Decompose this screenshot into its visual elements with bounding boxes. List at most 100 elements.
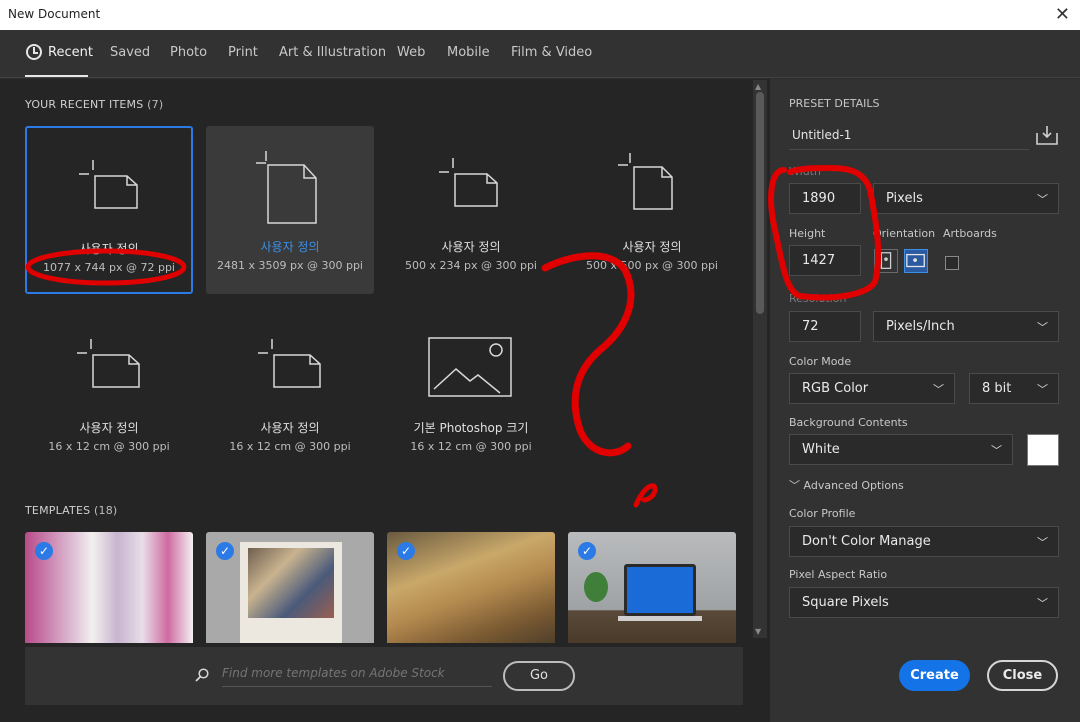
item-dimensions: 2481 x 3509 px @ 300 ppi xyxy=(217,259,363,272)
recent-item[interactable]: 사용자 정의 500 x 500 px @ 300 ppi xyxy=(568,126,736,294)
recent-item[interactable]: 사용자 정의 1077 x 744 px @ 72 ppi xyxy=(25,126,193,294)
search-input[interactable] xyxy=(222,666,492,687)
item-name: 사용자 정의 xyxy=(441,240,501,254)
tab-photo[interactable]: Photo xyxy=(170,45,207,60)
resolution-unit-dropdown[interactable]: Pixels/Inch ﹀ xyxy=(873,311,1059,342)
chevron-down-icon: ﹀ xyxy=(1037,321,1048,334)
tab-recent[interactable]: Recent xyxy=(48,45,93,60)
pixel-aspect-label: Pixel Aspect Ratio xyxy=(789,568,888,581)
checkmark-icon: ✓ xyxy=(216,542,234,560)
color-profile-value: Don't Color Manage xyxy=(802,534,931,549)
landscape-orientation-button[interactable] xyxy=(904,249,928,273)
width-input[interactable]: 1890 xyxy=(789,183,861,214)
color-mode-label: Color Mode xyxy=(789,355,852,368)
portrait-icon xyxy=(880,252,892,269)
new-document-icon xyxy=(79,160,138,209)
scrollbar-thumb[interactable] xyxy=(756,92,764,314)
tab-web[interactable]: Web xyxy=(397,45,425,60)
recent-item[interactable]: 사용자 정의 16 x 12 cm @ 300 ppi xyxy=(206,307,374,475)
category-tabs: Recent Saved Photo Print Art & Illustrat… xyxy=(0,30,1080,78)
create-button[interactable]: Create xyxy=(899,660,970,691)
window-title: New Document xyxy=(8,7,101,21)
portrait-orientation-button[interactable] xyxy=(874,249,898,273)
resolution-unit-value: Pixels/Inch xyxy=(886,319,955,334)
item-dimensions: 1077 x 744 px @ 72 ppi xyxy=(43,261,175,274)
template-thumbnail[interactable]: ✓ xyxy=(206,532,374,643)
color-mode-dropdown[interactable]: RGB Color ﹀ xyxy=(789,373,955,404)
item-dimensions: 16 x 12 cm @ 300 ppi xyxy=(229,440,351,453)
height-input[interactable]: 1427 xyxy=(789,245,861,276)
bit-depth-value: 8 bit xyxy=(982,381,1012,396)
chevron-down-icon: ﹀ xyxy=(1037,193,1048,206)
templates-count: (18) xyxy=(94,504,118,517)
tab-print[interactable]: Print xyxy=(228,45,258,60)
search-icon xyxy=(195,668,209,682)
resolution-label: Resolution xyxy=(789,292,847,305)
width-unit-dropdown[interactable]: Pixels ﹀ xyxy=(873,183,1059,214)
recent-items-count: (7) xyxy=(147,98,164,111)
background-value: White xyxy=(802,442,840,457)
background-dropdown[interactable]: White ﹀ xyxy=(789,434,1013,465)
color-mode-value: RGB Color xyxy=(802,381,869,396)
item-dimensions: 16 x 12 cm @ 300 ppi xyxy=(48,440,170,453)
advanced-options-label: Advanced Options xyxy=(803,479,904,492)
background-label: Background Contents xyxy=(789,416,908,429)
scroll-up-icon[interactable]: ▲ xyxy=(755,82,761,91)
save-preset-icon[interactable] xyxy=(1036,125,1058,145)
chevron-down-icon: ﹀ xyxy=(1037,597,1048,610)
templates-title: TEMPLATES xyxy=(25,504,91,517)
document-name-field[interactable]: Untitled-1 xyxy=(789,120,1029,150)
width-unit-value: Pixels xyxy=(886,191,923,206)
tab-saved[interactable]: Saved xyxy=(110,45,150,60)
recent-item[interactable]: 사용자 정의 16 x 12 cm @ 300 ppi xyxy=(25,307,193,475)
scrollbar[interactable]: ▲ ▼ xyxy=(753,80,767,638)
close-button[interactable]: Close xyxy=(987,660,1058,691)
checkmark-icon: ✓ xyxy=(578,542,596,560)
new-document-icon xyxy=(258,339,321,388)
advanced-options-toggle[interactable]: ﹀ Advanced Options xyxy=(789,477,904,493)
bit-depth-dropdown[interactable]: 8 bit ﹀ xyxy=(969,373,1059,404)
recent-item[interactable]: 기본 Photoshop 크기 16 x 12 cm @ 300 ppi xyxy=(387,307,555,475)
window-close-icon[interactable]: ✕ xyxy=(1055,4,1070,25)
background-color-swatch[interactable] xyxy=(1027,434,1059,466)
item-name: 사용자 정의 xyxy=(79,242,139,256)
tab-art-illustration[interactable]: Art & Illustration xyxy=(279,45,386,60)
item-dimensions: 16 x 12 cm @ 300 ppi xyxy=(410,440,532,453)
chevron-down-icon: ﹀ xyxy=(933,383,944,396)
item-dimensions: 500 x 234 px @ 300 ppi xyxy=(405,259,537,272)
template-thumbnail[interactable]: ✓ xyxy=(568,532,736,643)
go-button[interactable]: Go xyxy=(503,661,575,691)
item-name: 기본 Photoshop 크기 xyxy=(413,421,529,435)
presets-panel: YOUR RECENT ITEMS (7) 사용자 정의 1077 x 744 … xyxy=(0,79,770,722)
landscape-icon xyxy=(906,253,925,268)
new-document-icon xyxy=(439,158,498,207)
recent-item[interactable]: 사용자 정의 2481 x 3509 px @ 300 ppi xyxy=(206,126,374,294)
color-profile-dropdown[interactable]: Don't Color Manage ﹀ xyxy=(789,526,1059,557)
recent-items-title: YOUR RECENT ITEMS xyxy=(25,98,144,111)
chevron-down-icon: ﹀ xyxy=(991,444,1002,457)
item-dimensions: 500 x 500 px @ 300 ppi xyxy=(586,259,718,272)
scroll-down-icon[interactable]: ▼ xyxy=(755,627,761,636)
recent-item[interactable]: 사용자 정의 500 x 234 px @ 300 ppi xyxy=(387,126,555,294)
pixel-aspect-value: Square Pixels xyxy=(802,595,889,610)
preset-details-panel: PRESET DETAILS Untitled-1 Width 1890 Pix… xyxy=(770,79,1080,722)
tab-mobile[interactable]: Mobile xyxy=(447,45,490,60)
checkmark-icon: ✓ xyxy=(397,542,415,560)
new-document-icon xyxy=(618,153,673,210)
template-thumbnail[interactable]: ✓ xyxy=(387,532,555,643)
item-name: 사용자 정의 xyxy=(260,240,320,254)
clock-icon xyxy=(26,44,42,60)
recent-items-heading: YOUR RECENT ITEMS (7) xyxy=(25,98,163,111)
color-profile-label: Color Profile xyxy=(789,507,856,520)
tab-film-video[interactable]: Film & Video xyxy=(511,45,592,60)
image-icon xyxy=(428,337,512,397)
artboards-checkbox[interactable] xyxy=(945,256,959,270)
item-name: 사용자 정의 xyxy=(622,240,682,254)
new-document-icon xyxy=(77,339,140,388)
template-thumbnail[interactable]: ✓ xyxy=(25,532,193,643)
checkmark-icon: ✓ xyxy=(35,542,53,560)
active-tab-indicator xyxy=(25,75,88,77)
orientation-label: Orientation xyxy=(873,227,936,240)
resolution-input[interactable]: 72 xyxy=(789,311,861,342)
pixel-aspect-dropdown[interactable]: Square Pixels ﹀ xyxy=(789,587,1059,618)
